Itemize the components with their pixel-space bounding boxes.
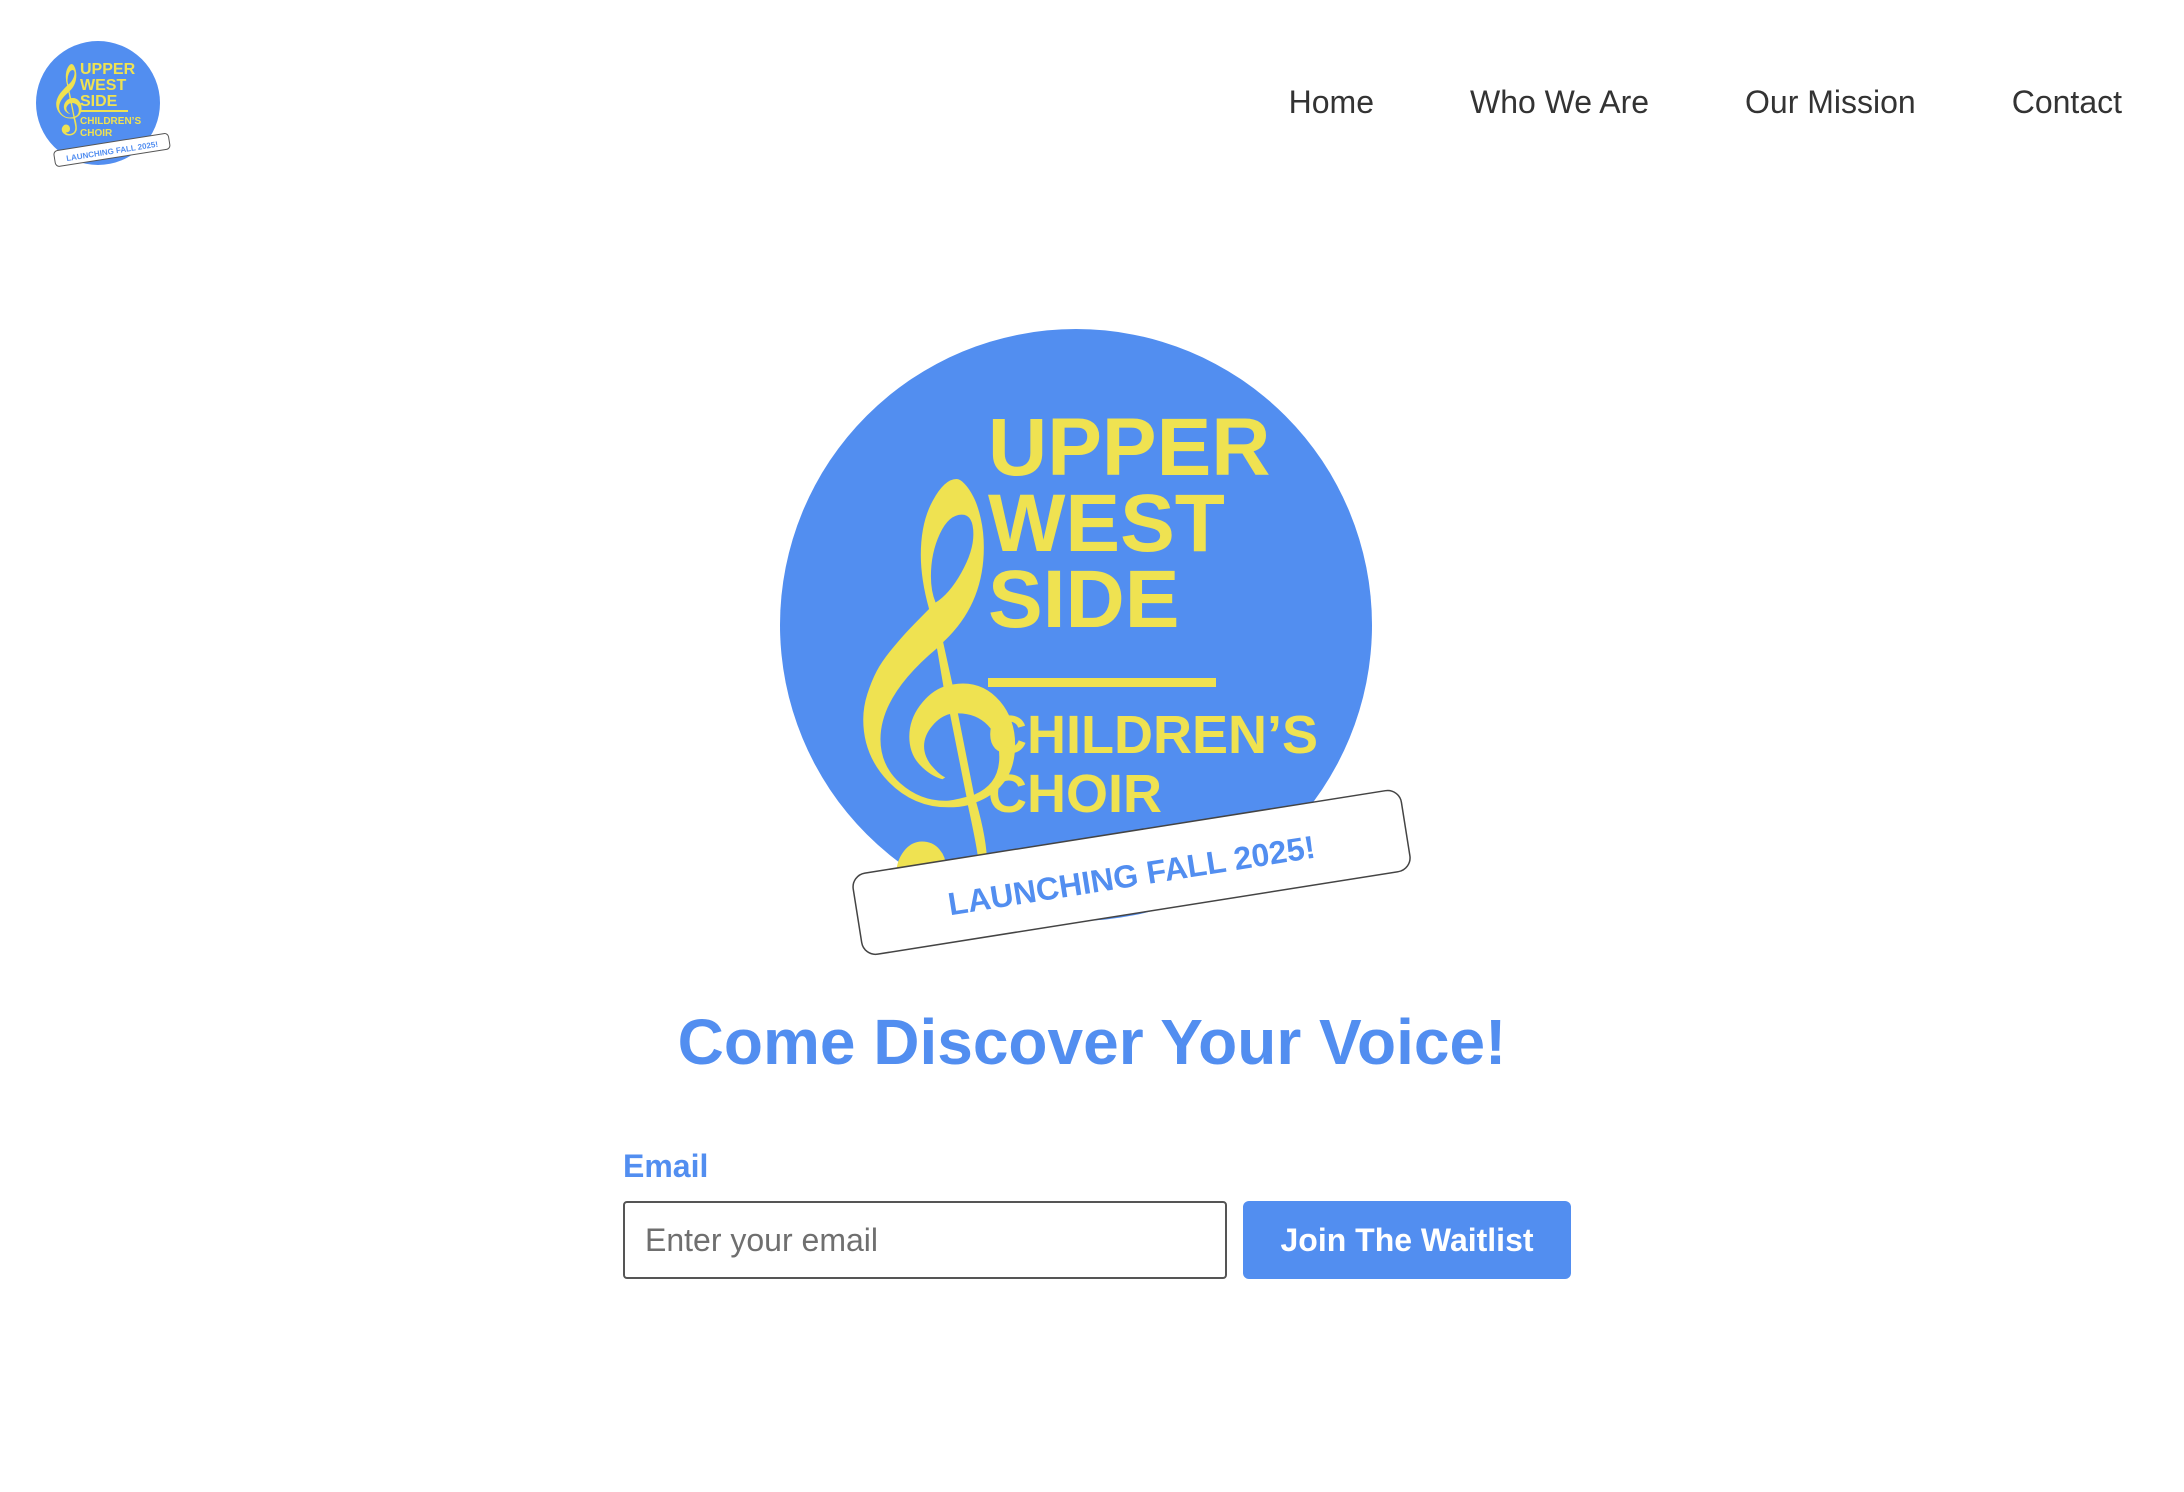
logo-divider [988, 678, 1216, 687]
home-logo-link[interactable]: 𝄞 UPPER WEST SIDE CHILDREN’S CHOIR LAUNC… [36, 40, 171, 175]
hero-logo: 𝄞 UPPER WEST SIDE CHILDREN’S CHOIR LAUNC… [770, 325, 1420, 956]
logo-line-side: SIDE [988, 554, 1179, 645]
page: 𝄞 UPPER WEST SIDE CHILDREN’S CHOIR LAUNC… [0, 0, 2184, 1492]
svg-text:UPPER: UPPER [80, 61, 136, 78]
svg-text:SIDE: SIDE [80, 93, 118, 110]
form-row: Join The Waitlist [623, 1201, 1573, 1279]
waitlist-form: Email Join The Waitlist [623, 1148, 1573, 1279]
svg-text:CHILDREN’S: CHILDREN’S [80, 116, 141, 127]
join-waitlist-button[interactable]: Join The Waitlist [1243, 1201, 1571, 1279]
svg-text:WEST: WEST [80, 77, 126, 94]
logo-line-childrens: CHILDREN’S [988, 705, 1318, 765]
nav-our-mission[interactable]: Our Mission [1745, 84, 1916, 121]
email-label: Email [623, 1148, 709, 1184]
site-header: 𝄞 UPPER WEST SIDE CHILDREN’S CHOIR LAUNC… [0, 0, 2184, 215]
main-nav: Home Who We Are Our Mission Contact [1289, 84, 2122, 121]
logo-line-choir: CHOIR [988, 764, 1162, 824]
email-input[interactable] [623, 1201, 1227, 1279]
svg-text:CHOIR: CHOIR [80, 128, 113, 139]
hero-headline: Come Discover Your Voice! [677, 1006, 1507, 1078]
choir-logo-large: 𝄞 UPPER WEST SIDE CHILDREN’S CHOIR LAUNC… [780, 329, 1411, 956]
nav-who-we-are[interactable]: Who We Are [1470, 84, 1649, 121]
nav-contact[interactable]: Contact [2012, 84, 2122, 121]
choir-logo-small: 𝄞 UPPER WEST SIDE CHILDREN’S CHOIR LAUNC… [36, 41, 171, 167]
nav-home[interactable]: Home [1289, 84, 1374, 121]
